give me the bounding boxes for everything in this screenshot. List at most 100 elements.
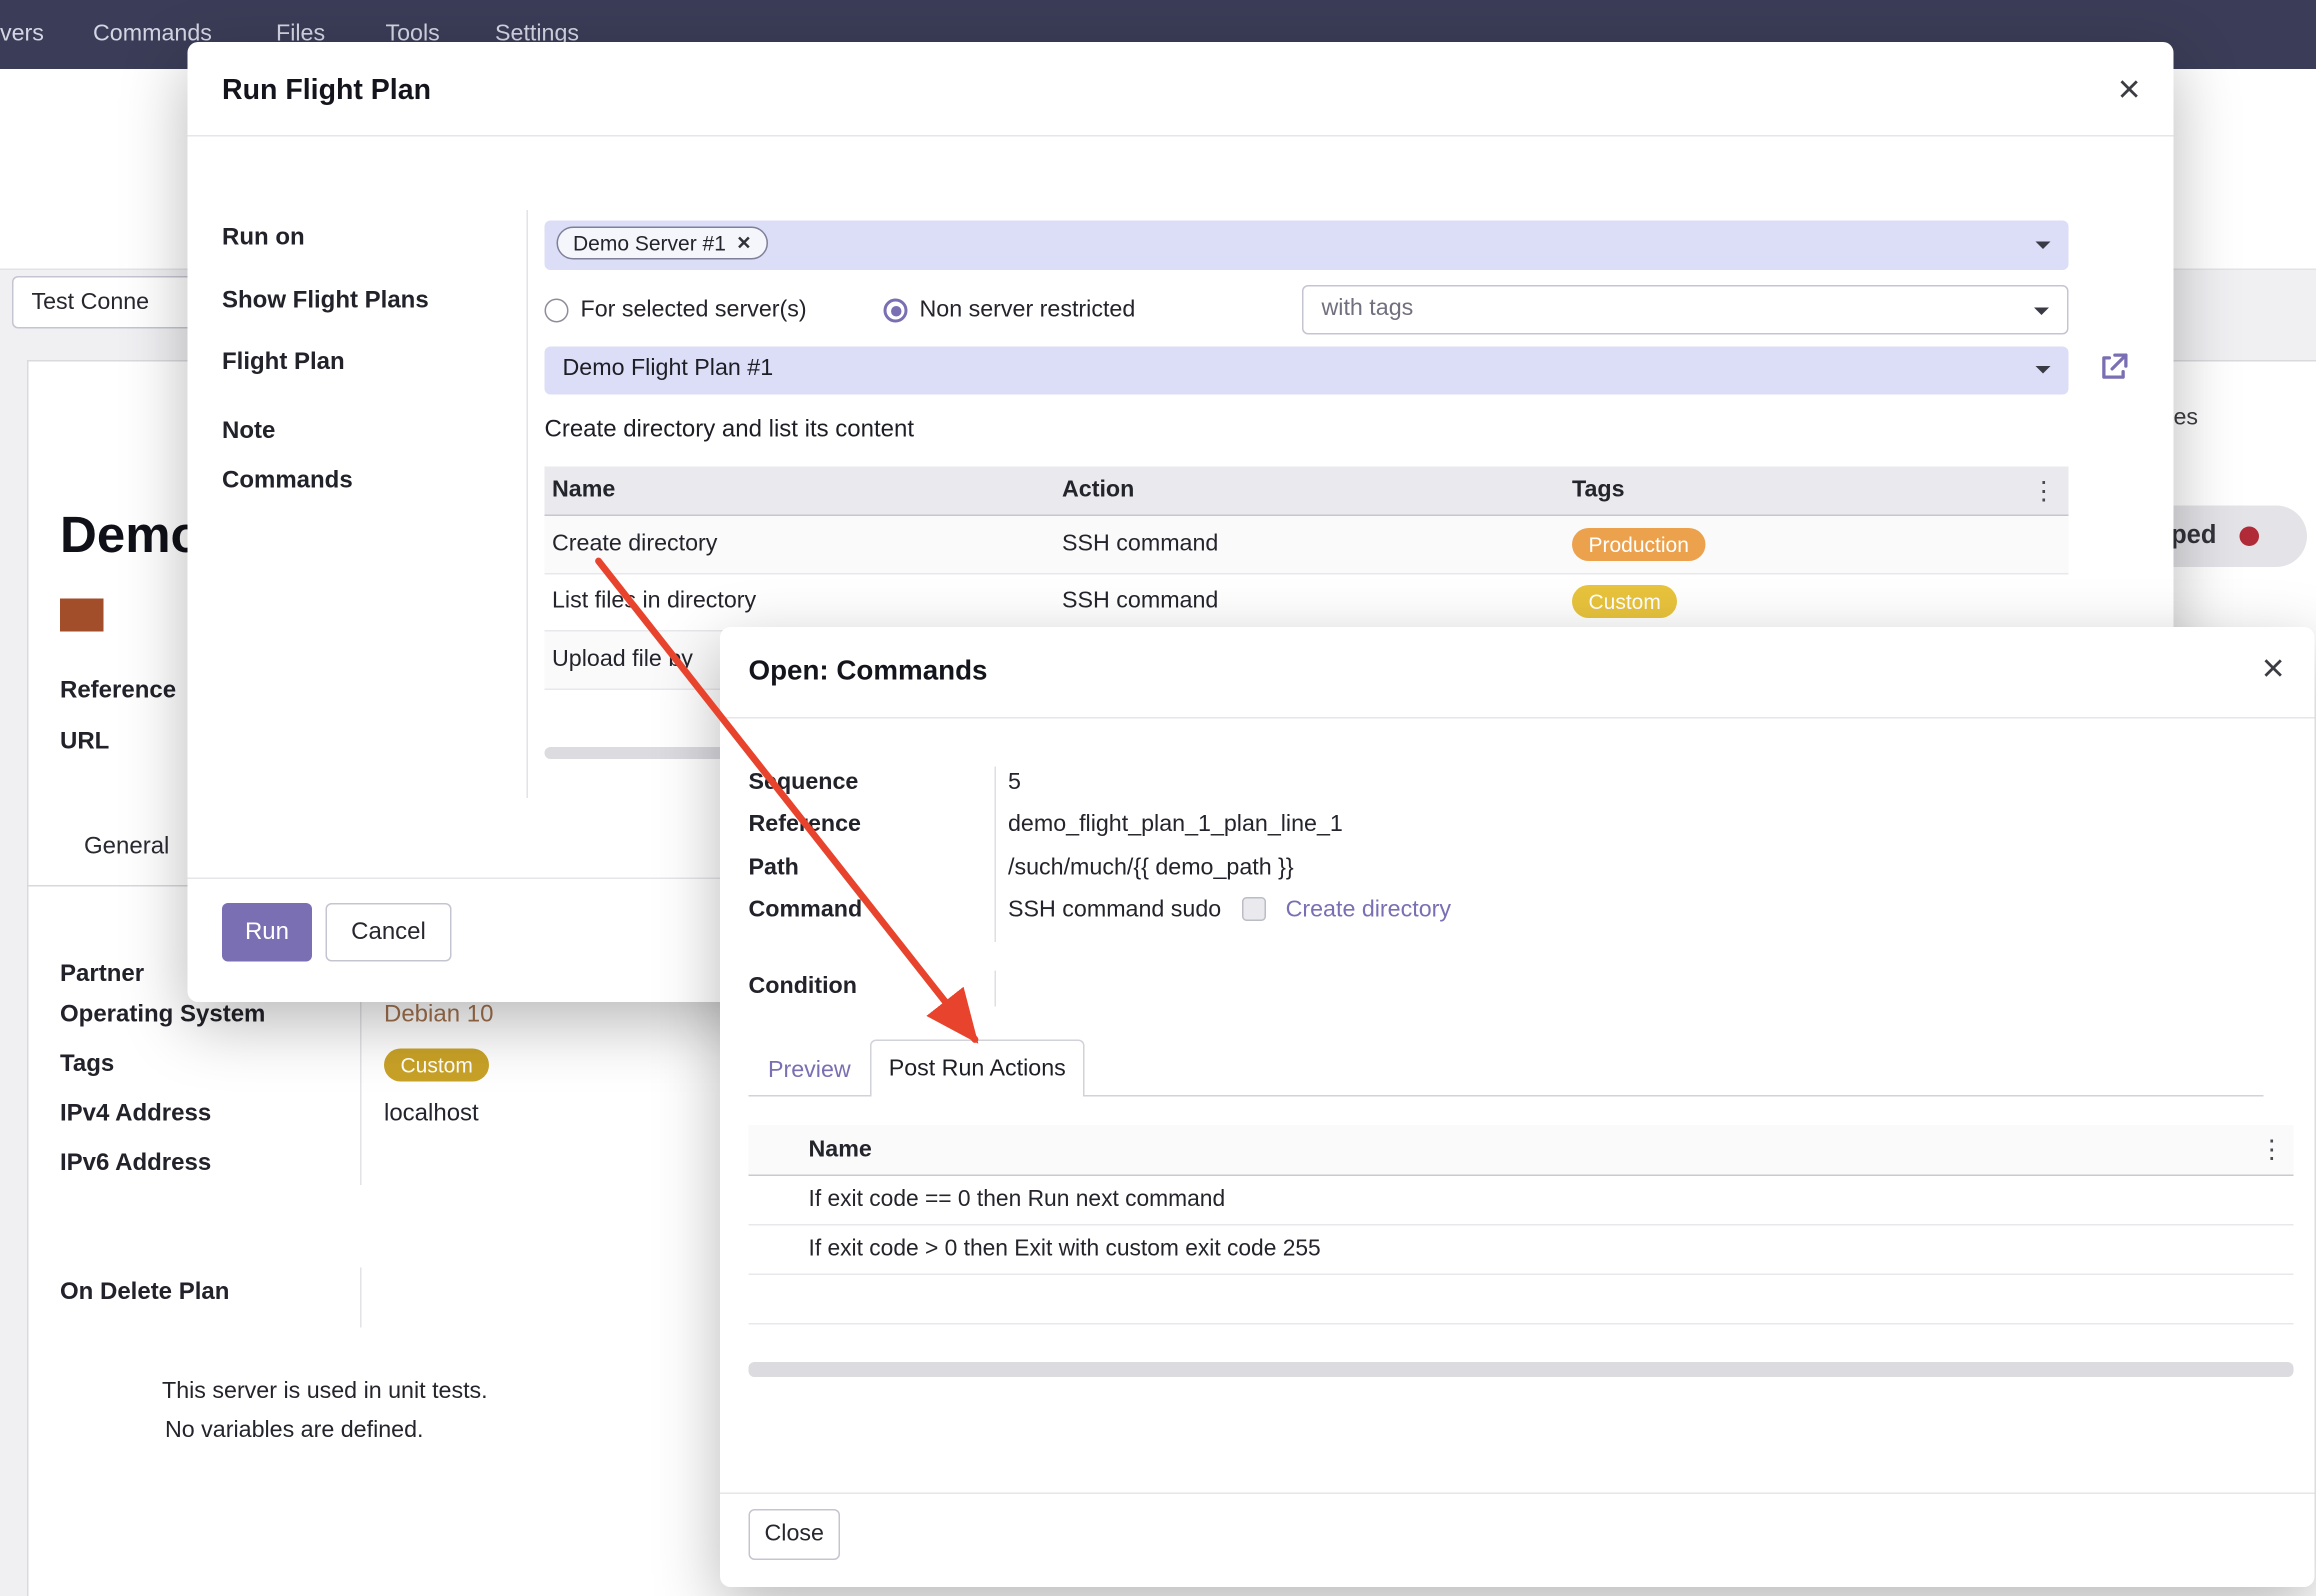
table-row-empty xyxy=(749,1275,2294,1325)
row-name: Create directory xyxy=(552,531,717,558)
plan-description: Create directory and list its content xyxy=(545,417,915,444)
fields-divider xyxy=(995,767,997,943)
with-tags-placeholder: with tags xyxy=(1322,296,1414,323)
table-header-row: Name ⋮ xyxy=(749,1125,2294,1176)
close-button[interactable]: Close xyxy=(749,1509,841,1560)
row-action: SSH command xyxy=(1062,531,1218,558)
flight-plan-select[interactable]: Demo Flight Plan #1 xyxy=(545,347,2069,395)
table-row[interactable]: Create directory SSH command Production xyxy=(545,516,2069,575)
path-label: Path xyxy=(749,855,799,882)
run-button[interactable]: Run xyxy=(222,903,312,962)
path-value: /such/much/{{ demo_path }} xyxy=(1008,855,1294,882)
ipv4-value: localhost xyxy=(384,1101,479,1128)
sequence-label: Sequence xyxy=(749,770,859,797)
table-row[interactable]: If exit code > 0 then Exit with custom e… xyxy=(749,1226,2294,1276)
horizontal-scrollbar[interactable] xyxy=(749,1362,2294,1377)
row-tag-badge: Custom xyxy=(1572,585,1677,618)
cancel-button[interactable]: Cancel xyxy=(326,903,452,962)
radio-selected-servers[interactable] xyxy=(545,299,569,323)
row-action: SSH command xyxy=(1062,588,1218,615)
os-value-link[interactable]: Debian 10 xyxy=(384,1002,493,1029)
chevron-down-icon xyxy=(2036,366,2051,374)
url-label: URL xyxy=(60,729,109,756)
chevron-down-icon xyxy=(2034,308,2049,316)
command-value: SSH command sudo xyxy=(1008,897,1221,923)
close-button-label: Close xyxy=(765,1521,824,1548)
row-name: List files in directory xyxy=(552,588,756,615)
nav-item-servers[interactable]: vers xyxy=(0,21,44,48)
test-connection-button[interactable]: Test Conne xyxy=(12,276,210,329)
row-tag-badge: Production xyxy=(1572,528,1705,561)
external-link-icon[interactable] xyxy=(2097,351,2130,384)
commands-modal-title: Open: Commands xyxy=(749,654,988,687)
server-tag-label: Demo Server #1 xyxy=(573,231,726,255)
tab-general[interactable]: General xyxy=(84,834,169,861)
os-label: Operating System xyxy=(60,1002,265,1029)
modal-header-divider xyxy=(720,717,2315,719)
flight-plan-label: Flight Plan xyxy=(222,350,345,377)
note-label: Note xyxy=(222,419,275,446)
reference-value: demo_flight_plan_1_plan_line_1 xyxy=(1008,812,1343,839)
run-on-label: Run on xyxy=(222,225,305,252)
tags-label: Tags xyxy=(60,1052,114,1079)
table-row[interactable]: If exit code == 0 then Run next command xyxy=(749,1176,2294,1226)
ipv6-label: IPv6 Address xyxy=(60,1151,211,1178)
ipv4-label: IPv4 Address xyxy=(60,1101,211,1128)
tab-post-run-actions-label: Post Run Actions xyxy=(889,1055,1066,1082)
color-swatch xyxy=(60,599,104,632)
unit-test-note-line1: This server is used in unit tests. xyxy=(162,1379,488,1406)
tab-preview[interactable]: Preview xyxy=(768,1058,851,1085)
run-button-label: Run xyxy=(245,919,289,946)
radio-selected-servers-label: For selected server(s) xyxy=(581,297,807,324)
close-icon[interactable]: × xyxy=(2262,648,2285,687)
run-on-select[interactable]: Demo Server #1 ✕ xyxy=(545,221,2069,271)
chatter-partial-text: es xyxy=(2174,405,2199,432)
command-label: Command xyxy=(749,897,863,924)
status-dot-icon xyxy=(2240,527,2260,547)
test-connection-label: Test Conne xyxy=(32,289,150,316)
reference-label: Reference xyxy=(749,812,861,839)
run-modal-title: Run Flight Plan xyxy=(222,75,431,108)
row-name: If exit code == 0 then Run next command xyxy=(809,1187,1226,1213)
create-directory-link[interactable]: Create directory xyxy=(1286,897,1451,923)
tags-badge: Custom xyxy=(384,1049,489,1082)
command-checkbox[interactable] xyxy=(1241,897,1265,921)
table-options-icon[interactable]: ⋮ xyxy=(2259,1137,2285,1163)
row-name: Upload file by xyxy=(552,647,693,674)
partner-label: Partner xyxy=(60,962,144,989)
on-delete-plan-label: On Delete Plan xyxy=(60,1280,229,1307)
condition-divider xyxy=(995,971,997,1007)
column-header-name[interactable]: Name xyxy=(809,1137,872,1164)
open-commands-modal: Open: Commands × Sequence 5 Reference de… xyxy=(720,627,2315,1587)
chevron-down-icon xyxy=(2036,242,2051,250)
radio-non-server-label: Non server restricted xyxy=(920,297,1136,324)
column-header-tags[interactable]: Tags xyxy=(1572,477,1625,504)
cancel-button-label: Cancel xyxy=(351,919,426,946)
row-name: If exit code > 0 then Exit with custom e… xyxy=(809,1236,1321,1262)
condition-label: Condition xyxy=(749,974,857,1001)
field-separator-2 xyxy=(360,1268,362,1328)
column-header-name[interactable]: Name xyxy=(552,477,615,504)
column-header-action[interactable]: Action xyxy=(1062,477,1134,504)
sequence-value: 5 xyxy=(1008,770,1021,797)
tag-remove-icon[interactable]: ✕ xyxy=(736,233,751,254)
tab-post-run-actions[interactable]: Post Run Actions xyxy=(870,1040,1085,1097)
table-header-row: Name Action Tags ⋮ xyxy=(545,467,2069,517)
unit-test-note-line2: No variables are defined. xyxy=(165,1418,423,1445)
command-value-row: SSH command sudo Create directory xyxy=(1008,897,1451,924)
server-tag-pill: Demo Server #1 ✕ xyxy=(557,227,769,260)
modal-footer-divider xyxy=(720,1493,2315,1495)
commands-label: Commands xyxy=(222,468,353,495)
reference-label: Reference xyxy=(60,678,176,705)
close-icon[interactable]: × xyxy=(2118,69,2141,108)
modal-header-divider xyxy=(188,135,2174,137)
with-tags-select[interactable]: with tags xyxy=(1302,285,2069,335)
screen: vers Commands Files Tools Settings Test … xyxy=(0,0,2316,1596)
table-options-icon[interactable]: ⋮ xyxy=(2031,479,2057,505)
label-column-divider xyxy=(527,210,529,798)
page-title: Demo xyxy=(60,507,202,566)
show-flight-plans-label: Show Flight Plans xyxy=(222,288,429,315)
table-row[interactable]: List files in directory SSH command Cust… xyxy=(545,575,2069,632)
radio-non-server-restricted[interactable] xyxy=(884,299,908,323)
flight-plan-value: Demo Flight Plan #1 xyxy=(563,356,774,383)
